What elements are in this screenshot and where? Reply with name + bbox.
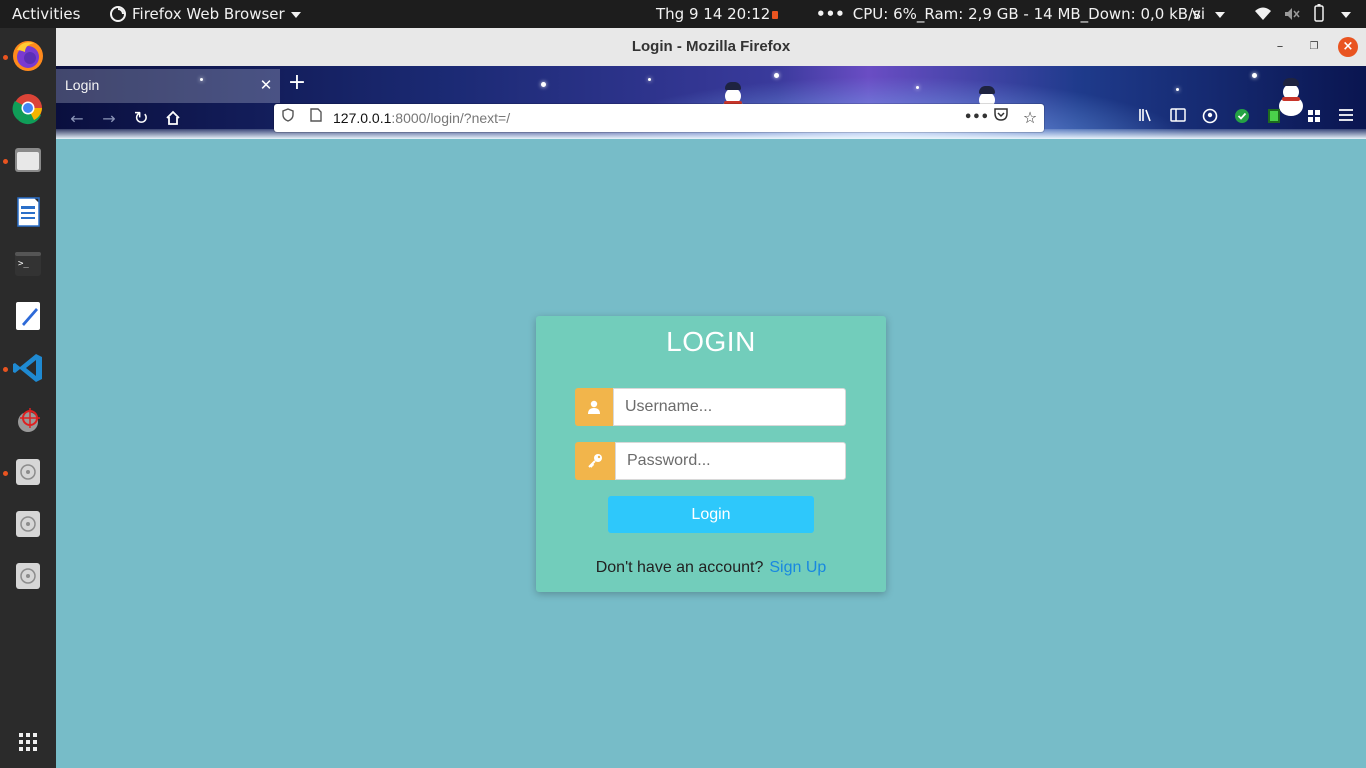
star-decoration — [648, 78, 651, 81]
tab-label: Login — [65, 77, 100, 93]
extension-green-icon[interactable] — [1264, 108, 1284, 128]
home-icon[interactable] — [160, 106, 186, 132]
chevron-down-icon — [1215, 11, 1226, 18]
signup-link[interactable]: Sign Up — [769, 559, 826, 576]
user-icon — [575, 388, 613, 426]
terminal-icon[interactable]: >_ — [8, 244, 48, 284]
notification-badge-icon — [772, 10, 779, 19]
disk-icon[interactable] — [8, 556, 48, 596]
firefox-icon[interactable] — [8, 36, 48, 76]
system-monitor[interactable]: ••• CPU: 6%_Ram: 2,9 GB - 14 MB_Down: 0,0… — [816, 0, 1201, 28]
disk-icon[interactable] — [8, 452, 48, 492]
signup-prompt: Don't have an account? Sign Up — [536, 559, 886, 577]
firefox-small-icon — [110, 6, 126, 22]
star-decoration — [916, 86, 919, 89]
system-top-bar: Activities Firefox Web Browser Thg 9 14 … — [0, 0, 1366, 28]
text-editor-icon[interactable] — [8, 296, 48, 336]
show-applications-icon[interactable] — [8, 722, 48, 762]
star-decoration — [774, 73, 779, 78]
extensions-puzzle-icon[interactable] — [1304, 108, 1324, 128]
language-label: vi — [1192, 5, 1206, 23]
clock[interactable]: Thg 9 14 20:12 — [656, 0, 779, 28]
url-bar[interactable]: 127.0.0.1:8000/login/?next=/ ••• ☆ — [274, 104, 1044, 132]
battery-icon[interactable] — [1312, 0, 1326, 28]
extension-shield-icon[interactable] — [1232, 108, 1252, 128]
chevron-down-icon — [1341, 11, 1351, 18]
sidebar-icon[interactable] — [1168, 108, 1188, 128]
forward-icon[interactable]: → — [96, 106, 122, 132]
hamburger-menu-icon[interactable] — [1336, 108, 1356, 128]
volume-muted-icon[interactable] — [1284, 0, 1300, 28]
language-selector[interactable]: vi — [1192, 0, 1226, 28]
star-decoration — [1252, 73, 1257, 78]
password-input[interactable] — [615, 442, 846, 480]
maximize-icon[interactable]: ❐ — [1304, 37, 1324, 57]
chevron-down-icon — [290, 11, 301, 18]
page-info-icon[interactable] — [306, 108, 326, 128]
svg-text:>_: >_ — [18, 259, 29, 269]
username-field — [575, 388, 847, 426]
window-title: Login - Mozilla Firefox — [631, 38, 791, 55]
password-field — [575, 442, 847, 480]
url-text[interactable]: 127.0.0.1:8000/login/?next=/ — [333, 104, 510, 132]
username-input[interactable] — [613, 388, 846, 426]
account-icon[interactable] — [1200, 108, 1220, 128]
close-tab-icon[interactable]: ✕ — [256, 75, 276, 95]
close-window-icon[interactable]: × — [1338, 37, 1358, 57]
key-icon — [575, 442, 615, 480]
window-title-bar[interactable]: Login - Mozilla Firefox – ❐ × — [56, 28, 1366, 67]
vscode-icon[interactable] — [8, 348, 48, 388]
files-icon[interactable] — [8, 140, 48, 180]
bookmark-star-icon[interactable]: ☆ — [1020, 108, 1040, 128]
pocket-icon[interactable] — [991, 108, 1011, 128]
system-stats: CPU: 6%_Ram: 2,9 GB - 14 MB_Down: 0,0 kB… — [852, 5, 1201, 23]
dock: >_ — [0, 28, 56, 768]
login-card: LOGIN Login Don't have an account? Sign U… — [536, 316, 886, 592]
login-title: LOGIN — [666, 326, 756, 357]
page-actions-icon[interactable]: ••• — [964, 108, 989, 128]
tab-login[interactable]: Login ✕ — [56, 69, 280, 103]
minimize-icon[interactable]: – — [1270, 37, 1290, 57]
clock-label: Thg 9 14 20:12 — [656, 5, 771, 23]
app-menu-label: Firefox Web Browser — [132, 5, 285, 23]
shield-icon[interactable] — [278, 108, 298, 128]
library-icon[interactable] — [1136, 108, 1156, 128]
browser-toolbar: Login ✕ + ← → ↻ 127.0.0.1:8000/login/?ne… — [56, 66, 1366, 139]
app-menu[interactable]: Firefox Web Browser — [110, 0, 301, 28]
star-decoration — [541, 82, 546, 87]
activities-button[interactable]: Activities — [12, 0, 80, 28]
screenshot-tool-icon[interactable] — [8, 400, 48, 440]
writer-icon[interactable] — [8, 192, 48, 232]
reload-icon[interactable]: ↻ — [128, 106, 154, 132]
wifi-icon[interactable] — [1254, 0, 1272, 28]
dots-icon: ••• — [816, 5, 845, 23]
no-account-text: Don't have an account? — [595, 559, 764, 576]
disk-icon[interactable] — [8, 504, 48, 544]
url-host: 127.0.0.1 — [333, 110, 392, 126]
star-decoration — [1176, 88, 1179, 91]
login-button[interactable]: Login — [608, 496, 814, 533]
url-path: :8000/login/?next=/ — [391, 110, 511, 126]
system-menu-chevron[interactable] — [1335, 0, 1351, 28]
back-icon[interactable]: ← — [64, 106, 90, 132]
new-tab-icon[interactable]: + — [286, 70, 308, 96]
chrome-icon[interactable] — [8, 88, 48, 128]
